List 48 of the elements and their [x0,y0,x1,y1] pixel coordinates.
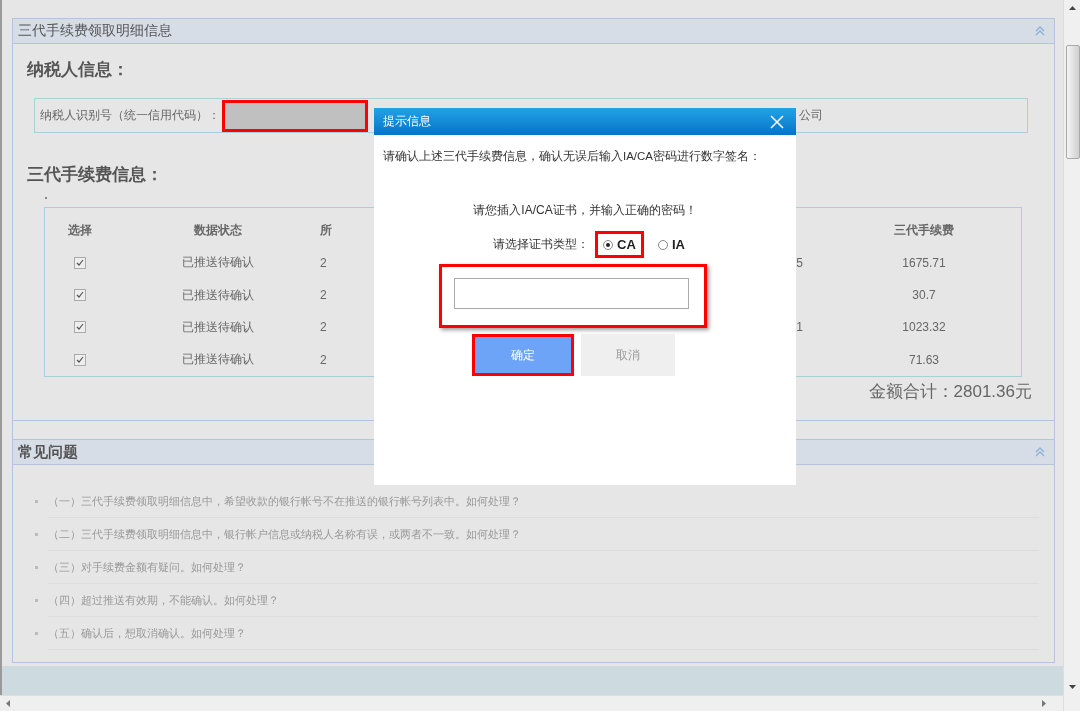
scroll-left-icon[interactable] [5,700,12,707]
table-cell-text: 1023.32 [901,320,947,335]
dialog-message: 请确认上述三代手续费信息，确认无误后输入IA/CA密码进行数字签名： [383,149,762,164]
table-cell-text: 2 [320,288,328,302]
vertical-scrollbar[interactable] [1063,0,1080,711]
scroll-right-icon[interactable] [1040,700,1047,707]
panel-title: 三代手续费领取明细信息 [18,22,172,40]
total-amount: 金额合计：2801.36元 [868,381,1032,403]
horizontal-scrollbar[interactable] [0,695,1063,711]
column-header: 选择 [67,221,93,239]
table-cell-text: 已推送待确认 [180,351,255,369]
column-header: 三代手续费 [893,221,955,239]
radio-option[interactable]: IA [649,231,693,258]
table-cell-text: 2 [320,352,328,367]
table-cell-text: 2 [320,255,328,270]
dialog-title: 提示信息 [383,113,431,130]
dialog-prompt: 请您插入IA/CA证书，并输入正确的密码！ [473,202,697,219]
faq-link[interactable]: （五）确认后，想取消确认。如何处理？ [48,625,246,641]
table-cell-text: 1 [795,320,804,335]
checkbox[interactable] [74,256,86,269]
table-cell-text: 2 [320,320,328,335]
checkbox[interactable] [74,289,86,301]
panel-title: 常见问题 [18,442,78,462]
table-cell-text: 5 [795,255,804,270]
table-cell-text: 71.63 [908,352,940,367]
scroll-down-icon[interactable] [1069,683,1076,690]
taxpayer-name: 公司 [799,107,823,124]
column-header: 数据状态 [192,221,243,239]
table-cell-text: 1675.71 [901,255,947,270]
table-cell-text: 已推送待确认 [180,254,255,272]
table-cell-text: 30.7 [911,288,937,302]
close-button[interactable] [770,114,784,129]
cancel-button[interactable]: 取消 [580,334,675,376]
taxpayer-id-label: 纳税人识别号（统一信用代码）： [40,107,220,124]
column-header: 所 [320,221,333,239]
scrollbar-thumb[interactable] [1066,45,1080,159]
section-heading: 纳税人信息： [27,59,130,81]
table-cell-text: 已推送待确认 [180,286,255,304]
section-heading: 三代手续费信息： [27,164,164,186]
checkbox[interactable] [74,353,86,366]
checkbox[interactable] [74,321,86,334]
password-field[interactable] [454,278,689,309]
confirm-button[interactable]: 确定 [471,334,574,376]
scroll-up-icon[interactable] [1069,5,1076,12]
table-cell-text: 已推送待确认 [180,318,255,336]
faq-link[interactable]: （四）超过推送有效期，不能确认。如何处理？ [48,592,279,608]
cert-type-label: 请选择证书类型： [493,236,590,253]
radio-option[interactable]: CA [595,231,644,258]
